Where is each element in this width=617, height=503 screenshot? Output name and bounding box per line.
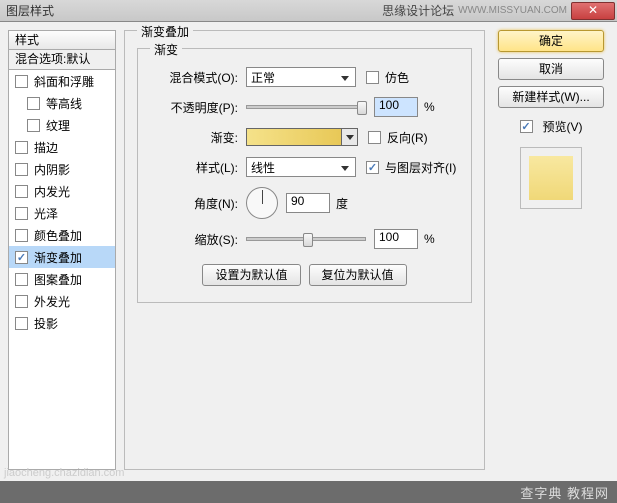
gradient-dropdown-button[interactable]	[342, 128, 358, 146]
checkbox-icon[interactable]	[15, 251, 28, 264]
settings-panel: 渐变叠加 渐变 混合模式(O): 正常 仿色 不透明度(P):	[124, 30, 485, 472]
blend-mode-dropdown[interactable]: 正常	[246, 67, 356, 87]
brand-url: WWW.MISSYUAN.COM	[458, 5, 567, 16]
style-item-label: 渐变叠加	[34, 249, 82, 266]
checkbox-icon[interactable]	[15, 273, 28, 286]
titlebar: 图层样式 思缘设计论坛 WWW.MISSYUAN.COM ✕	[0, 0, 617, 22]
angle-label: 角度(N):	[150, 195, 238, 212]
style-label: 样式(L):	[150, 159, 238, 176]
opacity-unit: %	[424, 100, 435, 114]
footer-site: 查字典 教程网	[520, 483, 609, 502]
scale-unit: %	[424, 232, 435, 246]
checkbox-icon[interactable]	[15, 207, 28, 220]
group-title: 渐变叠加	[137, 23, 193, 40]
style-item[interactable]: 图案叠加	[9, 268, 115, 290]
blend-mode-label: 混合模式(O):	[150, 69, 238, 86]
checkbox-icon[interactable]	[15, 163, 28, 176]
opacity-input[interactable]: 100	[374, 97, 418, 117]
checkbox-icon[interactable]	[27, 119, 40, 132]
ok-button[interactable]: 确定	[498, 30, 604, 52]
brand-text: 思缘设计论坛	[382, 2, 454, 19]
restore-default-button[interactable]: 复位为默认值	[309, 264, 407, 286]
style-item-label: 投影	[34, 315, 58, 332]
action-panel: 确定 取消 新建样式(W)... 预览(V)	[493, 30, 609, 472]
opacity-label: 不透明度(P):	[150, 99, 238, 116]
style-item-label: 光泽	[34, 205, 58, 222]
style-item-label: 颜色叠加	[34, 227, 82, 244]
style-item[interactable]: 描边	[9, 136, 115, 158]
checkbox-icon[interactable]	[15, 75, 28, 88]
style-item[interactable]: 颜色叠加	[9, 224, 115, 246]
angle-unit: 度	[336, 195, 348, 212]
set-default-button[interactable]: 设置为默认值	[202, 264, 300, 286]
new-style-button[interactable]: 新建样式(W)...	[498, 86, 604, 108]
checkbox-icon[interactable]	[15, 185, 28, 198]
angle-input[interactable]: 90	[286, 193, 330, 213]
style-item[interactable]: 等高线	[9, 92, 115, 114]
style-item[interactable]: 渐变叠加	[9, 246, 115, 268]
style-item[interactable]: 光泽	[9, 202, 115, 224]
checkbox-icon	[368, 131, 381, 144]
style-item-label: 斜面和浮雕	[34, 73, 94, 90]
blending-options-item[interactable]: 混合选项:默认	[8, 50, 116, 70]
chevron-down-icon	[337, 160, 353, 174]
align-checkbox[interactable]: 与图层对齐(I)	[366, 159, 456, 176]
style-item-label: 内阴影	[34, 161, 70, 178]
style-item[interactable]: 纹理	[9, 114, 115, 136]
style-dropdown[interactable]: 线性	[246, 157, 356, 177]
styles-header[interactable]: 样式	[8, 30, 116, 50]
scale-label: 缩放(S):	[150, 231, 238, 248]
checkbox-icon[interactable]	[15, 141, 28, 154]
checkbox-icon[interactable]	[15, 295, 28, 308]
dither-checkbox[interactable]: 仿色	[366, 69, 409, 86]
style-item-label: 等高线	[46, 95, 82, 112]
style-item-label: 纹理	[46, 117, 70, 134]
preview-inner	[529, 156, 573, 200]
checkbox-icon	[520, 120, 533, 133]
footer-bar: 查字典 教程网	[0, 481, 617, 503]
style-item[interactable]: 内发光	[9, 180, 115, 202]
inner-title: 渐变	[150, 41, 182, 58]
checkbox-icon[interactable]	[15, 317, 28, 330]
preview-swatch	[520, 147, 582, 209]
style-item[interactable]: 外发光	[9, 290, 115, 312]
scale-slider[interactable]	[246, 237, 366, 241]
slider-thumb[interactable]	[357, 101, 367, 115]
gradient-label: 渐变:	[150, 129, 238, 146]
close-button[interactable]: ✕	[571, 2, 615, 20]
style-item-label: 图案叠加	[34, 271, 82, 288]
style-item[interactable]: 斜面和浮雕	[9, 70, 115, 92]
styles-panel: 样式 混合选项:默认 斜面和浮雕等高线纹理描边内阴影内发光光泽颜色叠加渐变叠加图…	[8, 30, 116, 472]
style-item-label: 外发光	[34, 293, 70, 310]
scale-input[interactable]: 100	[374, 229, 418, 249]
reverse-checkbox[interactable]: 反向(R)	[368, 129, 428, 146]
style-item[interactable]: 投影	[9, 312, 115, 334]
style-list: 斜面和浮雕等高线纹理描边内阴影内发光光泽颜色叠加渐变叠加图案叠加外发光投影	[8, 70, 116, 470]
style-item[interactable]: 内阴影	[9, 158, 115, 180]
checkbox-icon[interactable]	[15, 229, 28, 242]
style-item-label: 内发光	[34, 183, 70, 200]
gradient-picker[interactable]	[246, 128, 342, 146]
cancel-button[interactable]: 取消	[498, 58, 604, 80]
window-title: 图层样式	[6, 2, 382, 19]
checkbox-icon[interactable]	[27, 97, 40, 110]
preview-checkbox[interactable]: 预览(V)	[520, 118, 583, 135]
watermark-text: jiaocheng.chazidian.com	[4, 467, 124, 479]
angle-dial[interactable]	[246, 187, 278, 219]
checkbox-icon	[366, 71, 379, 84]
checkbox-icon	[366, 161, 379, 174]
slider-thumb[interactable]	[303, 233, 313, 247]
opacity-slider[interactable]	[246, 105, 366, 109]
style-item-label: 描边	[34, 139, 58, 156]
chevron-down-icon	[337, 70, 353, 84]
